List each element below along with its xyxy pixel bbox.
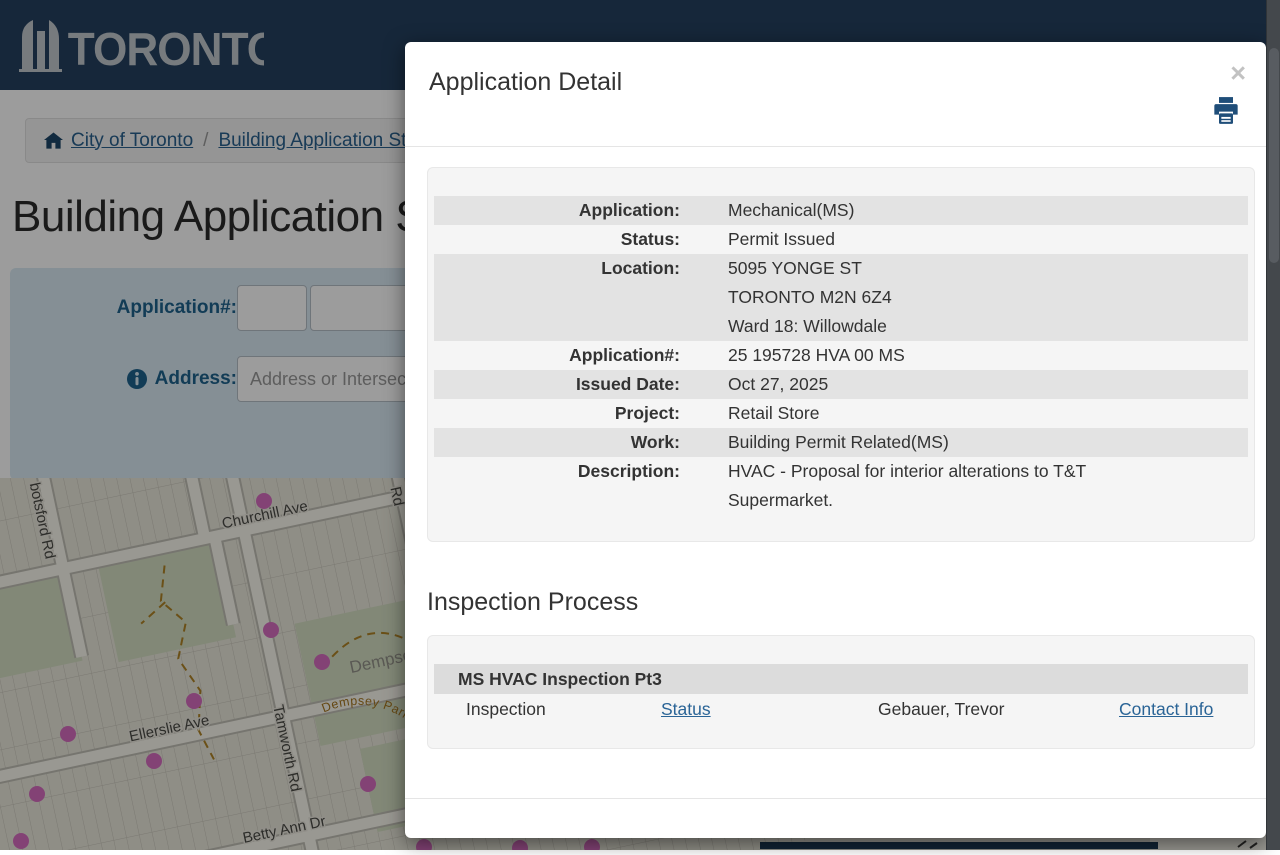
detail-row: Application:Mechanical(MS) [434, 196, 1248, 225]
detail-row: Description:HVAC - Proposal for interior… [434, 457, 1248, 515]
scrollbar-thumb[interactable] [1269, 48, 1279, 263]
detail-label: Status: [434, 225, 692, 254]
detail-row: Project:Retail Store [434, 399, 1248, 428]
detail-label: Application: [434, 196, 692, 225]
detail-label: Description: [434, 457, 692, 515]
detail-value: Oct 27, 2025 [692, 370, 828, 399]
inspection-process-heading: Inspection Process [427, 588, 1255, 617]
detail-value: Mechanical(MS) [692, 196, 854, 225]
inspection-row: Inspection Status Gebauer, Trevor Contac… [434, 694, 1248, 724]
inspection-group-title: MS HVAC Inspection Pt3 [434, 664, 1248, 694]
detail-label: Issued Date: [434, 370, 692, 399]
detail-value: 25 195728 HVA 00 MS [692, 341, 905, 370]
detail-label: Application#: [434, 341, 692, 370]
detail-label: Work: [434, 428, 692, 457]
inspection-type: Inspection [434, 699, 629, 720]
detail-label: Project: [434, 399, 692, 428]
detail-label: Location: [434, 254, 692, 341]
detail-row: Work:Building Permit Related(MS) [434, 428, 1248, 457]
modal-title: Application Detail [429, 68, 622, 97]
detail-value: HVAC - Proposal for interior alterations… [692, 457, 1086, 515]
close-button[interactable]: × [1224, 58, 1252, 89]
application-detail-modal: Application Detail × Application:Mechani… [405, 42, 1266, 838]
detail-value: Permit Issued [692, 225, 835, 254]
detail-value: Building Permit Related(MS) [692, 428, 949, 457]
contact-info-link[interactable]: Contact Info [1119, 699, 1213, 719]
status-link[interactable]: Status [661, 699, 711, 719]
modal-header: Application Detail × [405, 42, 1266, 147]
inspector-name: Gebauer, Trevor [846, 699, 1087, 720]
printer-icon [1212, 97, 1240, 124]
modal-body: Application:Mechanical(MS)Status:Permit … [427, 167, 1255, 749]
detail-table: Application:Mechanical(MS)Status:Permit … [427, 167, 1255, 542]
detail-value: 5095 YONGE STTORONTO M2N 6Z4Ward 18: Wil… [692, 254, 892, 341]
detail-row: Application#:25 195728 HVA 00 MS [434, 341, 1248, 370]
detail-value: Retail Store [692, 399, 819, 428]
page-scrollbar[interactable] [1266, 0, 1280, 850]
modal-footer [405, 798, 1266, 838]
inspection-panel: MS HVAC Inspection Pt3 Inspection Status… [427, 635, 1255, 749]
detail-row: Location:5095 YONGE STTORONTO M2N 6Z4War… [434, 254, 1248, 341]
detail-row: Status:Permit Issued [434, 225, 1248, 254]
detail-row: Issued Date:Oct 27, 2025 [434, 370, 1248, 399]
print-button[interactable] [1212, 97, 1240, 127]
